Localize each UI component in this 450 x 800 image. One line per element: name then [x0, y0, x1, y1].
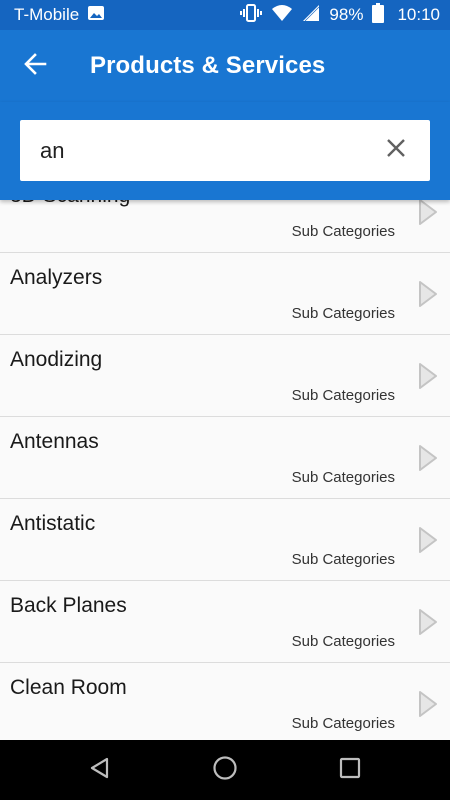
- item-subtitle: Sub Categories: [291, 469, 395, 486]
- chevron-right-icon: [417, 444, 439, 472]
- chevron-right-icon: [417, 690, 439, 718]
- close-icon: [386, 138, 406, 163]
- chevron-right-icon: [417, 280, 439, 308]
- item-subtitle: Sub Categories: [291, 305, 395, 322]
- item-title: Antennas: [10, 430, 99, 453]
- image-icon: [87, 5, 105, 26]
- list-item[interactable]: Antennas Sub Categories: [0, 417, 450, 499]
- item-title: Anodizing: [10, 348, 103, 371]
- item-subtitle: Sub Categories: [291, 223, 395, 240]
- home-circle-icon: [212, 755, 238, 786]
- app-bar: Products & Services: [0, 30, 450, 102]
- chevron-right-icon: [417, 526, 439, 554]
- search-area: [0, 102, 450, 200]
- search-input[interactable]: [20, 120, 362, 181]
- search-box: [20, 120, 430, 181]
- carrier-label: T-Mobile: [14, 5, 80, 24]
- nav-home-button[interactable]: [200, 745, 250, 795]
- battery-icon: [372, 2, 385, 28]
- wifi-icon: [271, 4, 293, 27]
- nav-back-button[interactable]: [75, 745, 125, 795]
- clock: 10:10: [397, 5, 440, 24]
- list-item[interactable]: Analyzers Sub Categories: [0, 253, 450, 335]
- system-nav-bar: [0, 740, 450, 800]
- arrow-left-icon: [23, 52, 47, 81]
- list-item[interactable]: Anodizing Sub Categories: [0, 335, 450, 417]
- battery-percent: 98%: [329, 5, 364, 24]
- signal-icon: [302, 4, 320, 27]
- recents-square-icon: [339, 757, 361, 784]
- nav-recents-button[interactable]: [325, 745, 375, 795]
- list-item[interactable]: Clean Room Sub Categories: [0, 663, 450, 741]
- chevron-right-icon: [417, 362, 439, 390]
- list-item[interactable]: Antistatic Sub Categories: [0, 499, 450, 581]
- clear-search-button[interactable]: [362, 120, 430, 181]
- page-title: Products & Services: [90, 52, 326, 79]
- back-triangle-icon: [88, 756, 112, 785]
- status-bar: T-Mobile 98% 10:10: [0, 0, 450, 30]
- back-button[interactable]: [0, 30, 70, 102]
- chevron-right-icon: [417, 608, 439, 636]
- item-subtitle: Sub Categories: [291, 633, 395, 650]
- item-title: Analyzers: [10, 266, 103, 289]
- vibrate-icon: [240, 3, 263, 27]
- item-title: Back Planes: [10, 594, 127, 617]
- chevron-right-icon: [417, 198, 439, 226]
- list-item[interactable]: Back Planes Sub Categories: [0, 581, 450, 663]
- item-title: Clean Room: [10, 676, 127, 699]
- item-subtitle: Sub Categories: [291, 387, 395, 404]
- item-title: Antistatic: [10, 512, 96, 535]
- category-list[interactable]: 3D ScanningSub CategoriesAnalyzersSub Ca…: [0, 171, 450, 741]
- item-subtitle: Sub Categories: [291, 551, 395, 568]
- item-subtitle: Sub Categories: [291, 715, 395, 732]
